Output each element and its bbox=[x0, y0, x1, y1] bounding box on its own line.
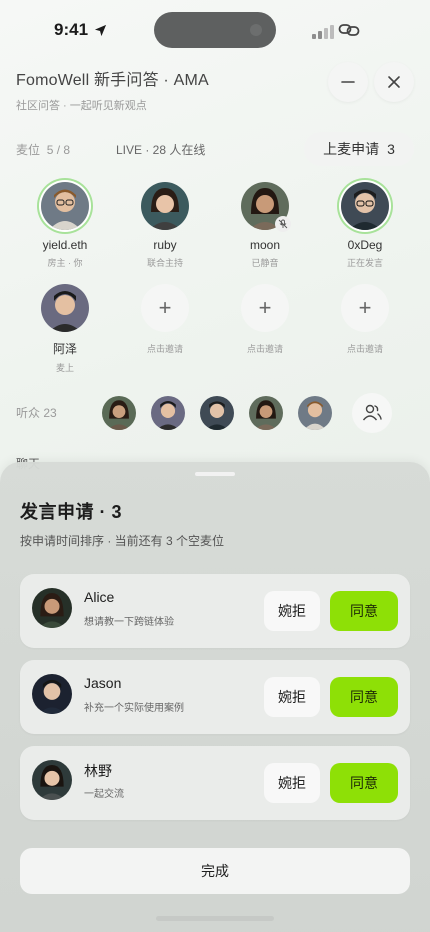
request-card: 林野 一起交流 婉拒 同意 bbox=[20, 746, 410, 820]
seat-cohost[interactable]: ruby 联合主持 bbox=[120, 182, 210, 269]
avatar bbox=[249, 396, 283, 430]
audience-avatars[interactable] bbox=[102, 396, 332, 430]
request-name: 林野 bbox=[84, 763, 112, 779]
seat-role: 已静音 bbox=[251, 258, 279, 268]
seat-muted[interactable]: moon 已静音 bbox=[220, 182, 310, 269]
request-card: Jason 补充一个实际使用案例 婉拒 同意 bbox=[20, 660, 410, 734]
audience-count: 听众 23 bbox=[16, 406, 57, 420]
seats-count: 5 / 8 bbox=[46, 143, 71, 157]
invite-label: 点击邀请 bbox=[146, 344, 183, 354]
minimize-button[interactable] bbox=[328, 62, 368, 102]
avatar bbox=[32, 588, 72, 628]
invite-label: 点击邀请 bbox=[246, 344, 283, 354]
avatar bbox=[41, 284, 89, 332]
location-arrow-icon bbox=[94, 24, 107, 36]
sheet-subtitle: 按申请时间排序 · 当前还有 3 个空麦位 bbox=[20, 534, 225, 548]
cellular-signal-icon bbox=[312, 25, 334, 39]
empty-seat[interactable]: + 点击邀请 bbox=[320, 284, 410, 355]
plus-icon: + bbox=[141, 284, 189, 332]
reject-button[interactable]: 婉拒 bbox=[264, 677, 320, 717]
plus-icon: + bbox=[341, 284, 389, 332]
avatar bbox=[141, 182, 189, 230]
seat-role: 联合主持 bbox=[146, 258, 183, 268]
status-time: 9:41 bbox=[54, 20, 107, 40]
agree-button[interactable]: 同意 bbox=[330, 591, 398, 631]
done-button[interactable]: 完成 bbox=[20, 848, 410, 894]
seat-role: 麦上 bbox=[55, 363, 74, 373]
empty-seat[interactable]: + 点击邀请 bbox=[220, 284, 310, 355]
close-button[interactable] bbox=[374, 62, 414, 102]
agree-button[interactable]: 同意 bbox=[330, 763, 398, 803]
seat-name: yield.eth bbox=[42, 238, 88, 252]
seat-role: 正在发言 bbox=[346, 258, 383, 268]
mic-requests-count: 3 bbox=[387, 141, 395, 157]
avatar bbox=[151, 396, 185, 430]
request-note: 想请教一下跨链体验 bbox=[84, 617, 174, 628]
empty-seat[interactable]: + 点击邀请 bbox=[120, 284, 210, 355]
request-name: Alice bbox=[84, 589, 115, 605]
seats-counter: 麦位 5 / 8 bbox=[16, 141, 70, 158]
link-icon bbox=[338, 24, 360, 36]
clock: 9:41 bbox=[54, 20, 89, 39]
seat-name: moon bbox=[249, 238, 281, 252]
avatar bbox=[32, 674, 72, 714]
seat-role: 房主 · 你 bbox=[47, 258, 83, 268]
avatar bbox=[298, 396, 332, 430]
mic-off-icon bbox=[275, 216, 291, 232]
seat-on-mic[interactable]: 阿泽 麦上 bbox=[20, 284, 110, 374]
seat-host[interactable]: yield.eth 房主 · 你 bbox=[20, 182, 110, 269]
audience-list-button[interactable] bbox=[352, 393, 392, 433]
dynamic-island bbox=[154, 12, 276, 48]
room-subtitle: 社区问答 · 一起听见新观点 bbox=[16, 100, 147, 112]
request-name: Jason bbox=[84, 675, 122, 691]
room-title: FomoWell 新手问答 · AMA bbox=[16, 72, 209, 89]
people-icon bbox=[362, 404, 382, 421]
sheet-grabber[interactable] bbox=[195, 472, 235, 476]
reject-button[interactable]: 婉拒 bbox=[264, 763, 320, 803]
request-note: 一起交流 bbox=[84, 789, 124, 800]
home-indicator bbox=[156, 916, 274, 921]
avatar bbox=[32, 760, 72, 800]
close-icon bbox=[388, 76, 400, 88]
request-card: Alice 想请教一下跨链体验 婉拒 同意 bbox=[20, 574, 410, 648]
minus-icon bbox=[341, 81, 355, 83]
seat-name: ruby bbox=[153, 238, 177, 252]
mic-requests-button[interactable]: 上麦申请 3 bbox=[304, 132, 414, 166]
avatar bbox=[41, 182, 89, 230]
seat-speaking[interactable]: 0xDeg 正在发言 bbox=[320, 182, 410, 269]
avatar bbox=[200, 396, 234, 430]
status-bar: 9:41 bbox=[0, 0, 430, 58]
sheet-title: 发言申请 · 3 bbox=[20, 502, 123, 522]
invite-label: 点击邀请 bbox=[346, 344, 383, 354]
agree-button[interactable]: 同意 bbox=[330, 677, 398, 717]
plus-icon: + bbox=[241, 284, 289, 332]
request-note: 补充一个实际使用案例 bbox=[84, 703, 184, 714]
avatar bbox=[341, 182, 389, 230]
live-status: LIVE · 28 人在线 bbox=[116, 143, 206, 157]
seats-label: 麦位 bbox=[16, 143, 41, 157]
mic-requests-label: 上麦申请 bbox=[323, 141, 380, 157]
speak-requests-sheet: 发言申请 · 3 按申请时间排序 · 当前还有 3 个空麦位 Alice 想请教… bbox=[0, 462, 430, 932]
seat-name: 阿泽 bbox=[52, 342, 77, 356]
reject-button[interactable]: 婉拒 bbox=[264, 591, 320, 631]
seat-name: 0xDeg bbox=[347, 238, 383, 252]
avatar bbox=[102, 396, 136, 430]
